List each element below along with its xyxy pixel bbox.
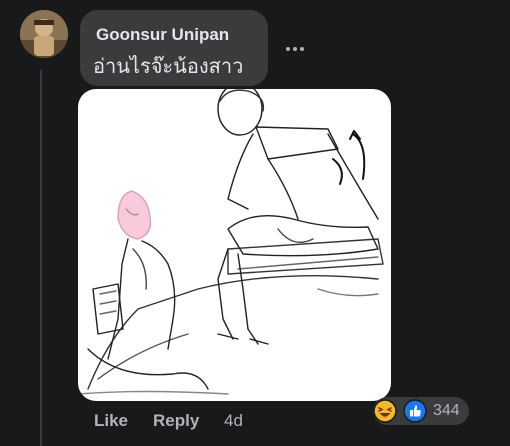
avatar[interactable] [20, 10, 68, 58]
like-button[interactable]: Like [94, 411, 128, 431]
comment-bubble: Goonsur Unipan อ่านไรจ๊ะน้องสาว [80, 10, 268, 86]
comment-thread-line [40, 70, 42, 446]
reactions-summary[interactable]: 344 [373, 397, 469, 425]
haha-icon [373, 399, 397, 423]
reply-button[interactable]: Reply [153, 411, 199, 431]
comment-timestamp[interactable]: 4d [224, 411, 243, 431]
comment-photo[interactable] [78, 89, 391, 401]
reaction-count: 344 [433, 402, 460, 419]
comment-text: อ่านไรจ๊ะน้องสาว [93, 54, 244, 78]
like-icon [403, 399, 427, 423]
more-options-icon [286, 47, 290, 51]
more-options-button[interactable] [284, 40, 308, 56]
comment-author[interactable]: Goonsur Unipan [96, 25, 229, 45]
